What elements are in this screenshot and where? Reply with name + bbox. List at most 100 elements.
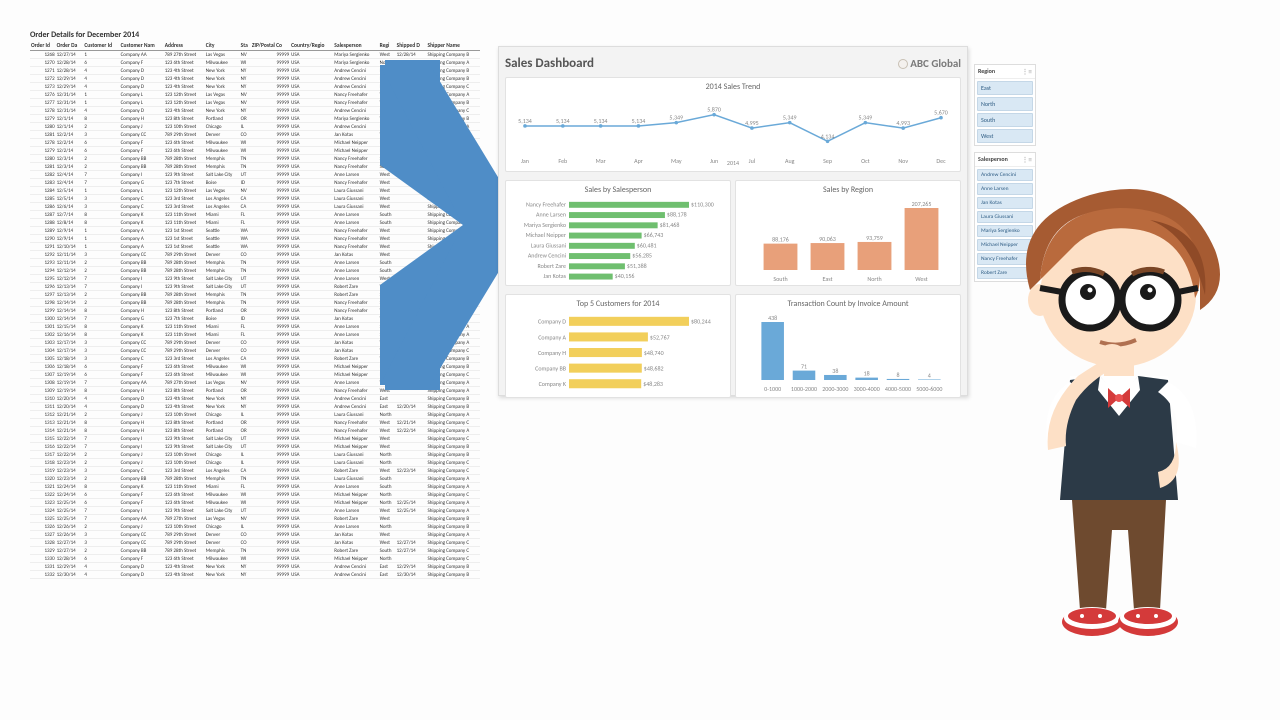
svg-text:2014: 2014 <box>727 159 739 165</box>
svg-text:Robert Zare: Robert Zare <box>537 262 566 270</box>
svg-text:May: May <box>671 157 682 165</box>
svg-text:Oct: Oct <box>861 157 870 165</box>
svg-text:$56,285: $56,285 <box>632 252 652 260</box>
svg-text:8: 8 <box>896 371 899 379</box>
table-row: 131512/22/147Company I123 9th StreetSalt… <box>30 435 480 443</box>
svg-text:0-1000: 0-1000 <box>764 385 781 393</box>
svg-text:$80,244: $80,244 <box>691 318 711 326</box>
slicer-salesperson-title: Salesperson <box>978 155 1008 164</box>
svg-text:5000-6000: 5000-6000 <box>916 385 942 393</box>
svg-text:$48,283: $48,283 <box>643 380 663 388</box>
table-row: 132112/24/148Company K123 11th StreetMia… <box>30 483 480 491</box>
svg-text:Company A: Company A <box>538 333 566 341</box>
table-row: 132312/25/146Company F123 6th StreetMilw… <box>30 499 480 507</box>
table-row: 132812/27/143Company CC789 29th StreetDe… <box>30 539 480 547</box>
column-header: Shipped D <box>396 43 427 51</box>
svg-text:Company BB: Company BB <box>535 364 566 372</box>
table-row: 133112/29/144Company D123 4th StreetNew … <box>30 563 480 571</box>
svg-text:Jan: Jan <box>521 157 529 165</box>
table-row: 131312/21/148Company H123 8th StreetPort… <box>30 419 480 427</box>
svg-text:Nancy Freehafer: Nancy Freehafer <box>526 200 566 208</box>
svg-text:Company H: Company H <box>538 349 566 357</box>
svg-text:Company K: Company K <box>539 380 567 388</box>
svg-text:5,349: 5,349 <box>859 114 873 122</box>
column-header: Regi <box>379 43 396 51</box>
svg-text:South: South <box>773 275 787 283</box>
svg-text:2000-3000: 2000-3000 <box>822 385 848 393</box>
salesperson-chart-panel: Sales by Salesperson Nancy Freehafer$110… <box>505 180 731 286</box>
column-header: Country/Regio <box>290 43 333 51</box>
svg-text:Sep: Sep <box>823 157 832 165</box>
svg-text:5,870: 5,870 <box>707 106 721 114</box>
column-header: Shipper Name <box>426 43 480 51</box>
svg-text:$48,740: $48,740 <box>644 349 664 357</box>
table-row: 132512/25/147Company AA789 27th StreetLa… <box>30 515 480 523</box>
slicer-item[interactable]: West <box>977 129 1033 143</box>
table-row: 131112/20/144Company D123 4th StreetNew … <box>30 403 480 411</box>
table-row: 132012/23/142Company BB789 28th StreetMe… <box>30 475 480 483</box>
top5-chart-title: Top 5 Customers for 2014 <box>510 299 726 309</box>
dashboard-title: Sales Dashboard <box>505 56 594 71</box>
table-row: 131812/23/142Company J123 10th StreetChi… <box>30 459 480 467</box>
table-row: 132912/27/142Company BB789 28th StreetMe… <box>30 547 480 555</box>
svg-text:Andrew Cencini: Andrew Cencini <box>528 252 567 260</box>
table-row: 132712/26/143Company CC789 29th StreetDe… <box>30 531 480 539</box>
svg-text:West: West <box>915 275 927 283</box>
slicer-item[interactable]: East <box>977 81 1033 95</box>
svg-text:Anne Larsen: Anne Larsen <box>536 211 566 219</box>
slicer-region-title: Region <box>978 67 995 76</box>
table-row: 131012/20/144Company D123 4th StreetNew … <box>30 395 480 403</box>
svg-text:5,134: 5,134 <box>556 117 570 125</box>
invoice-chart-panel: Transaction Count by Invoice Amount 4380… <box>735 294 961 398</box>
svg-text:Jul: Jul <box>749 157 755 165</box>
column-header: Customer Id <box>83 43 119 51</box>
table-row: 132212/24/146Company F123 6th StreetMilw… <box>30 491 480 499</box>
svg-text:$110,300: $110,300 <box>691 200 714 208</box>
raw-table-title: Order Details for December 2014 <box>30 30 480 40</box>
column-header: Customer Nam <box>120 43 164 51</box>
svg-text:Nov: Nov <box>898 157 908 165</box>
svg-text:Company D: Company D <box>538 318 566 326</box>
svg-text:$81,468: $81,468 <box>660 221 680 229</box>
svg-text:4: 4 <box>928 371 931 379</box>
top5-chart-panel: Top 5 Customers for 2014 Company D $80,24… <box>505 294 731 398</box>
slicer-item[interactable]: South <box>977 113 1033 127</box>
svg-text:Dec: Dec <box>936 157 946 165</box>
globe-icon <box>898 59 908 69</box>
svg-text:$60,481: $60,481 <box>637 241 657 249</box>
svg-text:$51,388: $51,388 <box>627 262 647 270</box>
svg-text:East: East <box>823 275 833 283</box>
trend-line-chart: 5,134Jan5,134Feb5,134Mar5,134Apr5,349May… <box>513 95 953 165</box>
table-row: 131212/21/142Company J123 10th StreetChi… <box>30 411 480 419</box>
svg-text:$88,178: $88,178 <box>667 211 687 219</box>
filter-icon[interactable]: ⋮≡ <box>1022 67 1033 76</box>
svg-text:93,759: 93,759 <box>866 234 883 242</box>
svg-text:207,265: 207,265 <box>912 200 932 208</box>
table-row: 126812/27/141Company AA789 27th StreetLa… <box>30 51 480 59</box>
svg-text:4,134: 4,134 <box>821 132 835 140</box>
region-bar-chart: 88,176South90,063East93,759North207,265W… <box>743 198 953 284</box>
svg-text:$66,743: $66,743 <box>644 231 664 239</box>
svg-text:Jan Kotas: Jan Kotas <box>543 272 566 280</box>
svg-text:5,349: 5,349 <box>669 114 683 122</box>
slicer-item[interactable]: North <box>977 97 1033 111</box>
svg-text:Jun: Jun <box>710 157 718 165</box>
svg-text:$48,682: $48,682 <box>644 364 664 372</box>
trend-chart-title: 2014 Sales Trend <box>510 82 956 92</box>
column-header: Order Da <box>56 43 84 51</box>
invoice-chart-title: Transaction Count by Invoice Amount <box>740 299 956 309</box>
column-header: Salesperson <box>333 43 378 51</box>
column-header: City <box>205 43 240 51</box>
sales-dashboard: Sales Dashboard ABC Global 2014 Sales Tr… <box>498 46 968 396</box>
svg-text:Feb: Feb <box>558 157 567 165</box>
invoice-bar-chart: 4380-1000711000-2000382000-3000183000-40… <box>743 312 953 394</box>
svg-text:Aug: Aug <box>785 157 795 165</box>
filter-icon[interactable]: ⋮≡ <box>1022 155 1033 164</box>
region-chart-panel: Sales by Region 88,176South90,063East93,… <box>735 180 961 286</box>
svg-text:5,349: 5,349 <box>783 114 797 122</box>
column-header: ZIP/Postal Co <box>251 43 290 51</box>
svg-text:4,993: 4,993 <box>896 119 910 127</box>
svg-text:Apr: Apr <box>634 157 643 165</box>
svg-text:1000-2000: 1000-2000 <box>791 385 817 393</box>
svg-text:3000-4000: 3000-4000 <box>854 385 880 393</box>
